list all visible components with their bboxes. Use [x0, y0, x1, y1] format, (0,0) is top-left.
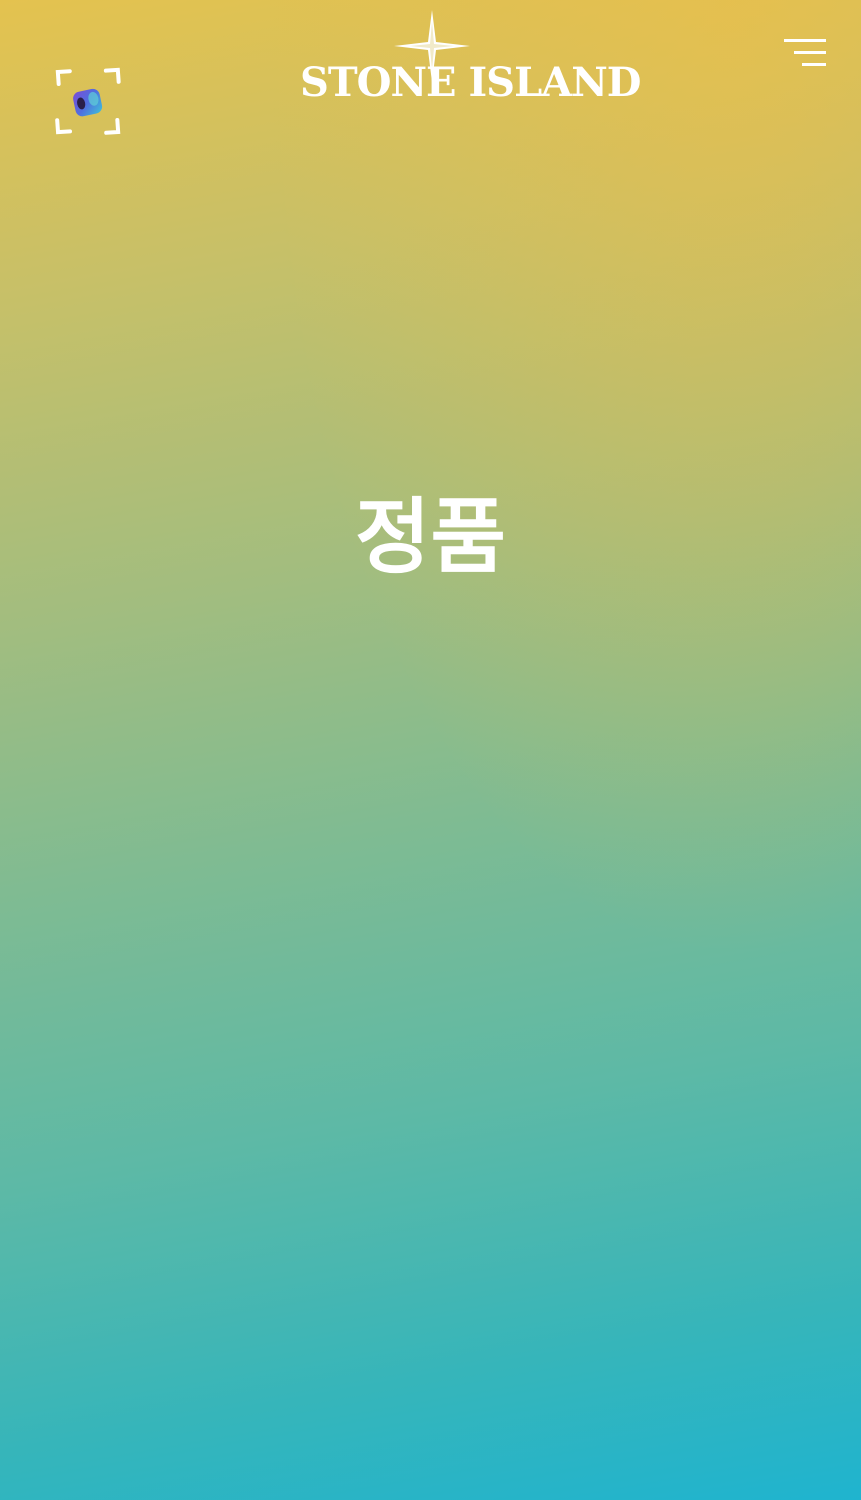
ar-scan-button[interactable] [50, 64, 126, 140]
menu-button[interactable] [780, 34, 830, 72]
brand-logo-text: STONE ISLAND [300, 59, 641, 106]
hamburger-menu-icon [784, 39, 826, 66]
page-title: 정품 [355, 490, 506, 585]
brand-logo[interactable]: STONE ISLAND [300, 10, 641, 106]
background-gradient [0, 0, 861, 1500]
ar-scan-icon [55, 67, 121, 135]
